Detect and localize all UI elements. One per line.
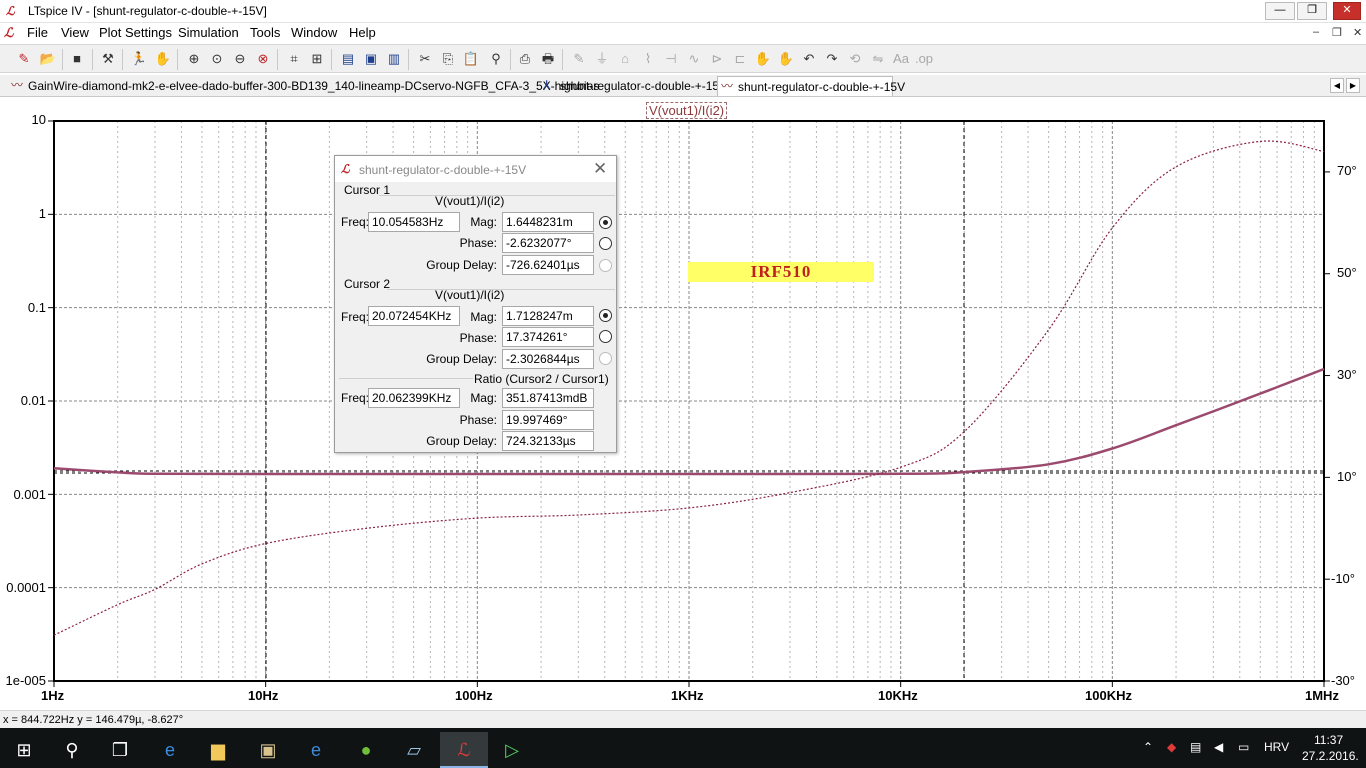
dialog-title: shunt-regulator-c-double-+-15V — [359, 163, 527, 177]
cursor2-group-delay-field[interactable]: -2.3026844µs — [502, 349, 594, 369]
plot-annotation-text[interactable]: IRF510 — [688, 262, 874, 282]
cursor2-mag-label: Mag: — [470, 310, 497, 324]
ratio-freq-label: Freq: — [341, 391, 370, 405]
y-tick-label: 1e-005 — [5, 673, 46, 688]
x-tick-label: 10KHz — [878, 688, 918, 703]
show-hidden-icons-icon[interactable]: ⌃ — [1143, 740, 1153, 754]
cursor-position-readout: x = 844.722Hz y = 146.479µ, -8.627° — [3, 714, 184, 726]
cursor1-freq-label: Freq: — [341, 215, 370, 229]
cursor2-freq-label: Freq: — [341, 310, 370, 324]
cursor1-phase-radio[interactable] — [599, 237, 612, 250]
plot-grid — [48, 120, 1330, 687]
antivirus-tray-icon[interactable]: ◆ — [1167, 740, 1176, 754]
cursor1-mag-radio[interactable] — [599, 216, 612, 229]
clock-date[interactable]: 27.2.2016. — [1302, 749, 1359, 763]
network-tray-icon[interactable]: ▤ — [1190, 740, 1201, 754]
cursor2-freq-field[interactable]: 20.072454KHz — [368, 306, 460, 326]
cursor1-group-label: Cursor 1 — [344, 183, 391, 197]
ltspice-taskbar-icon[interactable]: ℒ — [440, 732, 488, 768]
y-tick-label: 0.0001 — [6, 580, 46, 595]
cursor2-phase-label: Phase: — [459, 331, 497, 345]
cursor2-group-delay-label: Group Delay: — [426, 352, 497, 366]
x-tick-label: 1KHz — [671, 688, 704, 703]
x-tick-label: 1MHz — [1305, 688, 1339, 703]
windows-taskbar: ⊞ ⚲ ❐ e ▆ ▣ e ● ▱ ℒ ▷ ⌃ ◆ ▤ ◀ ▭ HRV 11:3… — [0, 728, 1366, 768]
ratio-phase-label: Phase: — [459, 413, 497, 427]
ratio-mag-label: Mag: — [470, 391, 497, 405]
action-center-icon[interactable]: ▭ — [1238, 740, 1249, 754]
cursor1-group-delay-label: Group Delay: — [426, 258, 497, 272]
phase-tick-label: 50° — [1337, 265, 1357, 280]
ratio-group-delay-label: Group Delay: — [426, 434, 497, 448]
folder-app-icon[interactable]: ▣ — [244, 732, 292, 768]
cursor2-mag-field[interactable]: 1.7128247m — [502, 306, 594, 326]
cursor1-freq-field[interactable]: 10.054583Hz — [368, 212, 460, 232]
notes-app-icon[interactable]: ▱ — [390, 732, 438, 768]
cursor2-group-label: Cursor 2 — [344, 277, 391, 291]
cursor2-mag-radio[interactable] — [599, 309, 612, 322]
file-explorer-icon[interactable]: ▆ — [194, 732, 242, 768]
ltspice-logo-icon: ℒ — [341, 162, 350, 176]
ratio-freq-field[interactable]: 20.062399KHz — [368, 388, 460, 408]
edge-browser-icon[interactable]: e — [146, 732, 194, 768]
y-tick-label: 1 — [38, 206, 46, 221]
cursor1-group-delay-field[interactable]: -726.62401µs — [502, 255, 594, 275]
ratio-group-label: Ratio (Cursor2 / Cursor1) — [474, 372, 609, 386]
cursor1-phase-field[interactable]: -2.6232077° — [502, 233, 594, 253]
x-tick-label: 1Hz — [41, 688, 65, 703]
ratio-group-delay-field[interactable]: 724.32133µs — [502, 431, 594, 451]
dialog-close-icon[interactable]: ✕ — [593, 159, 607, 179]
cursor2-phase-radio[interactable] — [599, 330, 612, 343]
trace-label[interactable]: V(vout1)/I(i2) — [646, 102, 728, 119]
status-bar: x = 844.722Hz y = 146.479µ, -8.627° — [0, 710, 1366, 728]
group-divider — [339, 378, 473, 379]
clock-time[interactable]: 11:37 — [1314, 733, 1343, 747]
cursor2-trace-name: V(vout1)/I(i2) — [435, 288, 505, 302]
search-icon[interactable]: ⚲ — [48, 732, 96, 768]
phase-tick-label: 70° — [1337, 163, 1357, 178]
cursor2-group-delay-radio[interactable] — [599, 352, 612, 365]
media-app-icon[interactable]: ▷ — [488, 732, 536, 768]
dialog-title-bar[interactable]: ℒ shunt-regulator-c-double-+-15V ✕ — [335, 156, 616, 182]
y-tick-label: 0.1 — [27, 300, 46, 315]
cursor1-trace-name: V(vout1)/I(i2) — [435, 194, 505, 208]
y-tick-label: 0.01 — [20, 393, 46, 408]
volume-tray-icon[interactable]: ◀ — [1214, 740, 1223, 754]
start-button-icon[interactable]: ⊞ — [0, 732, 48, 768]
x-tick-label: 10Hz — [248, 688, 279, 703]
cursor-readout-dialog: ℒ shunt-regulator-c-double-+-15V ✕ Curso… — [334, 155, 617, 453]
x-tick-label: 100KHz — [1085, 688, 1132, 703]
phase-tick-label: -30° — [1331, 673, 1355, 688]
phase-tick-label: -10° — [1331, 571, 1355, 586]
utility-app-icon[interactable]: ● — [342, 732, 390, 768]
phase-tick-label: 10° — [1337, 469, 1357, 484]
ratio-phase-field[interactable]: 19.997469° — [502, 410, 594, 430]
internet-explorer-icon[interactable]: e — [292, 732, 340, 768]
input-language[interactable]: HRV — [1264, 740, 1289, 754]
cursor1-group-delay-radio[interactable] — [599, 259, 612, 272]
ratio-mag-field[interactable]: 351.87413mdB — [502, 388, 594, 408]
y-tick-label: 0.001 — [13, 487, 46, 502]
cursor1-mag-field[interactable]: 1.6448231m — [502, 212, 594, 232]
cursor2-phase-field[interactable]: 17.374261° — [502, 327, 594, 347]
y-tick-label: 10 — [31, 112, 46, 127]
cursor1-phase-label: Phase: — [459, 236, 497, 250]
task-view-icon[interactable]: ❐ — [96, 732, 144, 768]
cursor1-mag-label: Mag: — [470, 215, 497, 229]
x-tick-label: 100Hz — [455, 688, 493, 703]
phase-tick-label: 30° — [1337, 367, 1357, 382]
